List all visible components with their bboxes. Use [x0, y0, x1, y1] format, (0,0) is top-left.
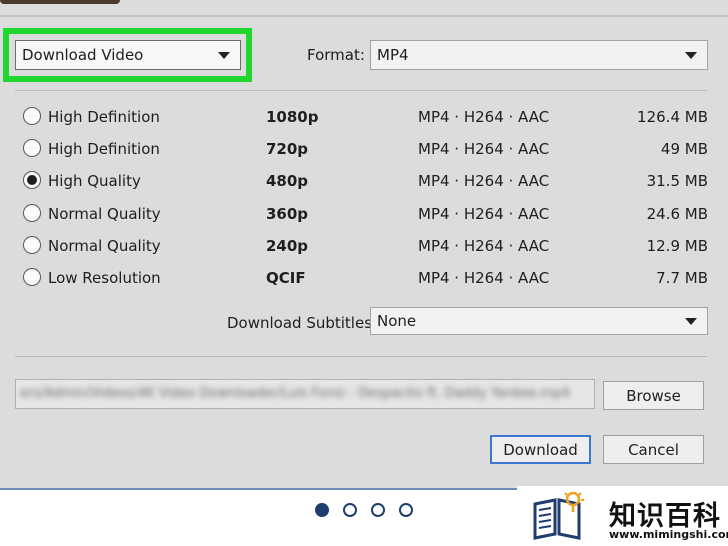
file-size: 49 MB [660, 140, 708, 159]
file-size: 12.9 MB [646, 236, 708, 255]
divider [15, 356, 707, 357]
subtitles-label: Download Subtitles: [227, 314, 378, 332]
radio-button[interactable] [23, 171, 41, 190]
quality-name: Normal Quality [48, 236, 161, 255]
radio-button[interactable] [23, 268, 41, 286]
pagination-dot[interactable] [315, 503, 329, 517]
download-type-value: Download Video [22, 46, 144, 64]
quality-option-row[interactable]: Normal Quality 240p MP4 · H264 · AAC 12.9 M… [20, 231, 710, 259]
resolution: 360p [266, 204, 309, 223]
resolution: QCIF [266, 269, 306, 287]
watermark-logo: 知识百科 www.mimingshi.com [517, 486, 728, 546]
resolution: 720p [266, 140, 309, 159]
download-type-select[interactable]: Download Video [15, 40, 241, 70]
pagination-dot[interactable] [399, 503, 413, 517]
format-value: MP4 [377, 46, 409, 64]
save-path-field[interactable]: ers/Admin/Videos/4K Video Downloader/Lui… [15, 379, 595, 409]
download-dialog: Download Video Format: MP4 High Definiti… [0, 0, 728, 490]
watermark-url: www.mimingshi.com [609, 528, 728, 541]
chevron-down-icon [685, 52, 697, 59]
pagination-dot[interactable] [343, 503, 357, 517]
radio-button[interactable] [23, 203, 41, 222]
subtitles-value: None [377, 312, 417, 330]
codec-info: MP4 · H264 · AAC [418, 236, 550, 255]
book-bulb-icon [533, 491, 584, 540]
file-size: 7.7 MB [656, 269, 708, 287]
chevron-down-icon [685, 318, 697, 325]
codec-info: MP4 · H264 · AAC [418, 108, 550, 126]
browse-button[interactable]: Browse [603, 381, 704, 410]
radio-button[interactable] [23, 139, 41, 158]
cancel-button[interactable]: Cancel [603, 435, 704, 464]
quality-name: High Definition [48, 140, 160, 159]
resolution: 480p [266, 172, 309, 191]
format-select[interactable]: MP4 [370, 40, 708, 70]
quality-name: Low Resolution [48, 269, 161, 287]
codec-info: MP4 · H264 · AAC [418, 204, 550, 223]
file-size: 126.4 MB [637, 108, 708, 126]
codec-info: MP4 · H264 · AAC [418, 269, 550, 287]
quality-name: High Definition [48, 108, 160, 126]
resolution: 240p [266, 236, 309, 255]
radio-button[interactable] [23, 235, 41, 254]
quality-name: High Quality [48, 172, 141, 191]
save-path-value: ers/Admin/Videos/4K Video Downloader/Lui… [20, 386, 570, 401]
quality-option-row[interactable]: High Quality 480p MP4 · H264 · AAC 31.5 MB [20, 166, 710, 194]
divider [15, 90, 707, 91]
format-label: Format: [307, 46, 365, 64]
quality-option-row[interactable]: Normal Quality 360p MP4 · H264 · AAC 24.6 M… [20, 199, 710, 227]
download-button[interactable]: Download [490, 435, 591, 464]
file-size: 31.5 MB [646, 172, 708, 191]
subtitles-select[interactable]: None [370, 307, 708, 335]
pagination-dot[interactable] [371, 503, 385, 517]
codec-info: MP4 · H264 · AAC [418, 140, 550, 159]
codec-info: MP4 · H264 · AAC [418, 172, 550, 191]
top-divider [0, 15, 728, 17]
quality-option-row[interactable]: Low Resolution QCIF MP4 · H264 · AAC 7.7 MB [20, 263, 710, 291]
radio-button[interactable] [23, 107, 41, 125]
file-size: 24.6 MB [646, 204, 708, 223]
quality-option-row[interactable]: High Definition 1080p MP4 · H264 · AAC 126.… [20, 102, 710, 130]
quality-option-row[interactable]: High Definition 720p MP4 · H264 · AAC 49 MB [20, 134, 710, 162]
chevron-down-icon [218, 52, 230, 59]
quality-name: Normal Quality [48, 204, 161, 223]
resolution: 1080p [266, 108, 319, 126]
video-thumbnail-edge [0, 0, 120, 4]
